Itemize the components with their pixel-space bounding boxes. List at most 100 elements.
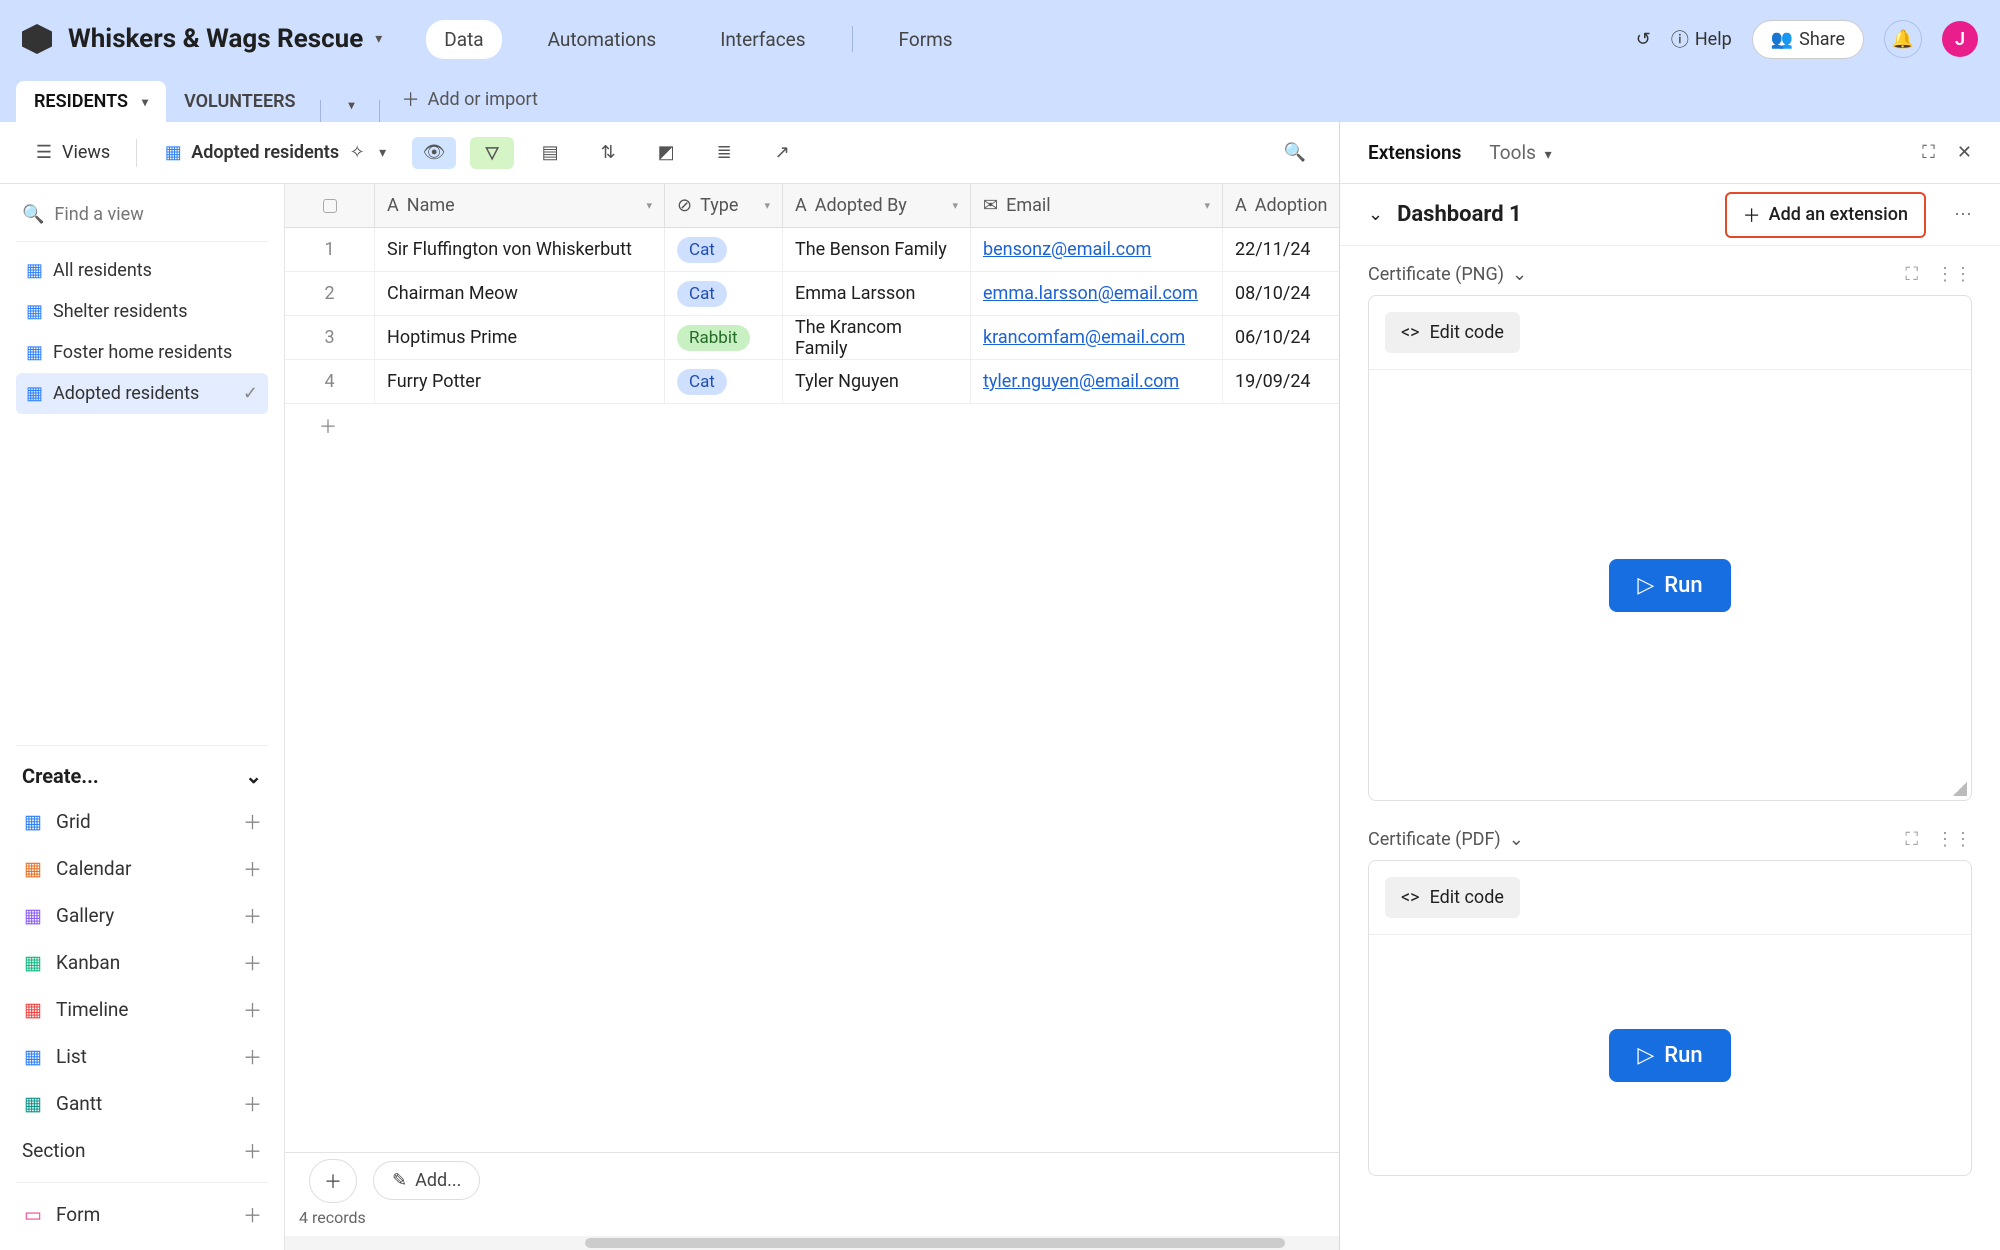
extension-title[interactable]: Certificate (PNG) ⌄⛶⋮⋮ <box>1368 264 1972 285</box>
current-view-button[interactable]: ▦ Adopted residents ✧ ▾ <box>151 136 398 169</box>
create-item-list[interactable]: ▦List＋ <box>16 1033 268 1080</box>
more-icon[interactable]: ⋯ <box>1954 204 1972 225</box>
create-item-calendar[interactable]: ▦Calendar＋ <box>16 845 268 892</box>
add-table-button[interactable]: ＋ Add or import <box>386 76 554 122</box>
table-row[interactable]: 4Furry PotterCatTyler Nguyentyler.nguyen… <box>285 360 1339 404</box>
sidebar-view-item[interactable]: ▦All residents <box>16 250 268 291</box>
cell-name[interactable]: Hoptimus Prime <box>375 316 665 359</box>
column-header-email[interactable]: ✉Email▾ <box>971 184 1223 227</box>
cell-type[interactable]: Cat <box>665 272 783 315</box>
create-item-timeline[interactable]: ▦Timeline＋ <box>16 986 268 1033</box>
table-row[interactable]: 1Sir Fluffington von WhiskerbuttCatThe B… <box>285 228 1339 272</box>
add-record-button[interactable]: ＋ <box>309 1159 357 1203</box>
run-button[interactable]: ▷Run <box>1609 1029 1730 1082</box>
user-avatar[interactable]: J <box>1942 21 1978 57</box>
cell-type[interactable]: Rabbit <box>665 316 783 359</box>
notifications-button[interactable]: 🔔 <box>1884 20 1922 58</box>
share-view-button[interactable]: ↗ <box>760 137 804 169</box>
table-tab-residents[interactable]: RESIDENTS ▾ <box>16 81 166 122</box>
nav-tab-automations[interactable]: Automations <box>530 20 675 59</box>
history-icon[interactable]: ↺ <box>1636 29 1651 50</box>
base-name[interactable]: Whiskers & Wags Rescue ▾ <box>68 24 382 54</box>
close-icon[interactable]: ✕ <box>1957 142 1972 163</box>
cell-name[interactable]: Furry Potter <box>375 360 665 403</box>
grid-icon: ▦ <box>26 342 43 363</box>
color-button[interactable]: ◩ <box>644 137 688 169</box>
chevron-down-icon[interactable]: ⌄ <box>1368 204 1383 225</box>
create-item-gantt[interactable]: ▦Gantt＋ <box>16 1080 268 1127</box>
create-item-kanban[interactable]: ▦Kanban＋ <box>16 939 268 986</box>
views-toggle-button[interactable]: ☰ Views <box>22 136 122 169</box>
nav-tab-forms[interactable]: Forms <box>881 20 971 59</box>
grid-icon: ▦ <box>26 301 43 322</box>
select-all-header[interactable] <box>285 184 375 227</box>
run-button[interactable]: ▷Run <box>1609 559 1730 612</box>
cell-date[interactable]: 19/09/24 <box>1223 360 1339 403</box>
create-section[interactable]: Section＋ <box>16 1127 268 1174</box>
cell-email[interactable]: tyler.nguyen@email.com <box>971 360 1223 403</box>
cell-adopted-by[interactable]: The Krancom Family <box>783 316 971 359</box>
edit-code-button[interactable]: <>Edit code <box>1385 877 1520 918</box>
add-extension-button[interactable]: ＋ Add an extension <box>1725 192 1926 238</box>
edit-code-button[interactable]: <>Edit code <box>1385 312 1520 353</box>
cell-adopted-by[interactable]: Tyler Nguyen <box>783 360 971 403</box>
drag-icon[interactable]: ⋮⋮ <box>1936 264 1972 285</box>
drag-icon[interactable]: ⋮⋮ <box>1936 829 1972 850</box>
tab-extensions[interactable]: Extensions <box>1368 141 1461 164</box>
create-section-header[interactable]: Create... ⌄ <box>16 754 268 798</box>
cell-adopted-by[interactable]: Emma Larsson <box>783 272 971 315</box>
top-bar: Whiskers & Wags Rescue ▾ Data Automation… <box>0 0 2000 78</box>
expand-icon[interactable]: ⛶ <box>1905 829 1918 850</box>
column-header-type[interactable]: ⊘Type▾ <box>665 184 783 227</box>
column-header-adopted-by[interactable]: AAdopted By▾ <box>783 184 971 227</box>
find-view-input[interactable] <box>54 204 282 225</box>
table-tab-volunteers[interactable]: VOLUNTEERS <box>166 81 313 122</box>
cell-adopted-by[interactable]: The Benson Family <box>783 228 971 271</box>
dashboard-title[interactable]: Dashboard 1 <box>1397 202 1522 227</box>
extension-title[interactable]: Certificate (PDF) ⌄⛶⋮⋮ <box>1368 829 1972 850</box>
column-header-adoption[interactable]: AAdoption <box>1223 184 1339 227</box>
cell-type[interactable]: Cat <box>665 360 783 403</box>
column-header-name[interactable]: AName▾ <box>375 184 665 227</box>
view-label: Shelter residents <box>53 301 187 322</box>
create-item-gallery[interactable]: ▦Gallery＋ <box>16 892 268 939</box>
hide-fields-button[interactable]: 👁 <box>412 137 456 169</box>
resize-handle[interactable] <box>1953 782 1967 796</box>
cell-date[interactable]: 08/10/24 <box>1223 272 1339 315</box>
create-item-grid[interactable]: ▦Grid＋ <box>16 798 268 845</box>
expand-icon[interactable]: ⛶ <box>1905 264 1918 285</box>
table-tab-options[interactable]: ▾ <box>327 88 373 122</box>
row-height-button[interactable]: ≣ <box>702 137 746 169</box>
add-row-button[interactable]: ＋ <box>285 404 1339 448</box>
create-form[interactable]: ▭ Form＋ <box>16 1191 268 1238</box>
cell-type[interactable]: Cat <box>665 228 783 271</box>
cell-name[interactable]: Sir Fluffington von Whiskerbutt <box>375 228 665 271</box>
nav-tab-interfaces[interactable]: Interfaces <box>702 20 823 59</box>
chevron-down-icon: ⌄ <box>1512 264 1527 285</box>
nav-tab-data[interactable]: Data <box>426 20 501 59</box>
sidebar-view-item[interactable]: ▦Foster home residents <box>16 332 268 373</box>
horizontal-scrollbar[interactable] <box>285 1236 1339 1250</box>
group-button[interactable]: ▤ <box>528 137 572 169</box>
sidebar-view-item[interactable]: ▦Adopted residents✓ <box>16 373 268 414</box>
cell-email[interactable]: krancomfam@email.com <box>971 316 1223 359</box>
plus-icon: ＋ <box>243 1201 262 1228</box>
add-menu-button[interactable]: ✎Add... <box>373 1161 480 1200</box>
expand-icon[interactable]: ⛶ <box>1922 142 1935 163</box>
cell-email[interactable]: emma.larsson@email.com <box>971 272 1223 315</box>
table-row[interactable]: 2Chairman MeowCatEmma Larssonemma.larsso… <box>285 272 1339 316</box>
help-button[interactable]: ⓘ Help <box>1671 26 1732 52</box>
share-button[interactable]: 👥 Share <box>1752 20 1864 59</box>
filter-button[interactable]: 🜄 <box>470 137 514 169</box>
kanban-icon: ▦ <box>22 952 44 974</box>
cell-date[interactable]: 06/10/24 <box>1223 316 1339 359</box>
cell-date[interactable]: 22/11/24 <box>1223 228 1339 271</box>
search-button[interactable]: 🔍 <box>1273 137 1317 169</box>
tab-tools[interactable]: Tools ▾ <box>1489 141 1551 164</box>
dashboard-header: ⌄ Dashboard 1 ＋ Add an extension ⋯ <box>1340 184 2000 246</box>
sidebar-view-item[interactable]: ▦ Shelter residents <box>16 291 268 332</box>
cell-email[interactable]: bensonz@email.com <box>971 228 1223 271</box>
table-row[interactable]: 3Hoptimus PrimeRabbitThe Krancom Familyk… <box>285 316 1339 360</box>
cell-name[interactable]: Chairman Meow <box>375 272 665 315</box>
sort-button[interactable]: ⇅ <box>586 137 630 169</box>
